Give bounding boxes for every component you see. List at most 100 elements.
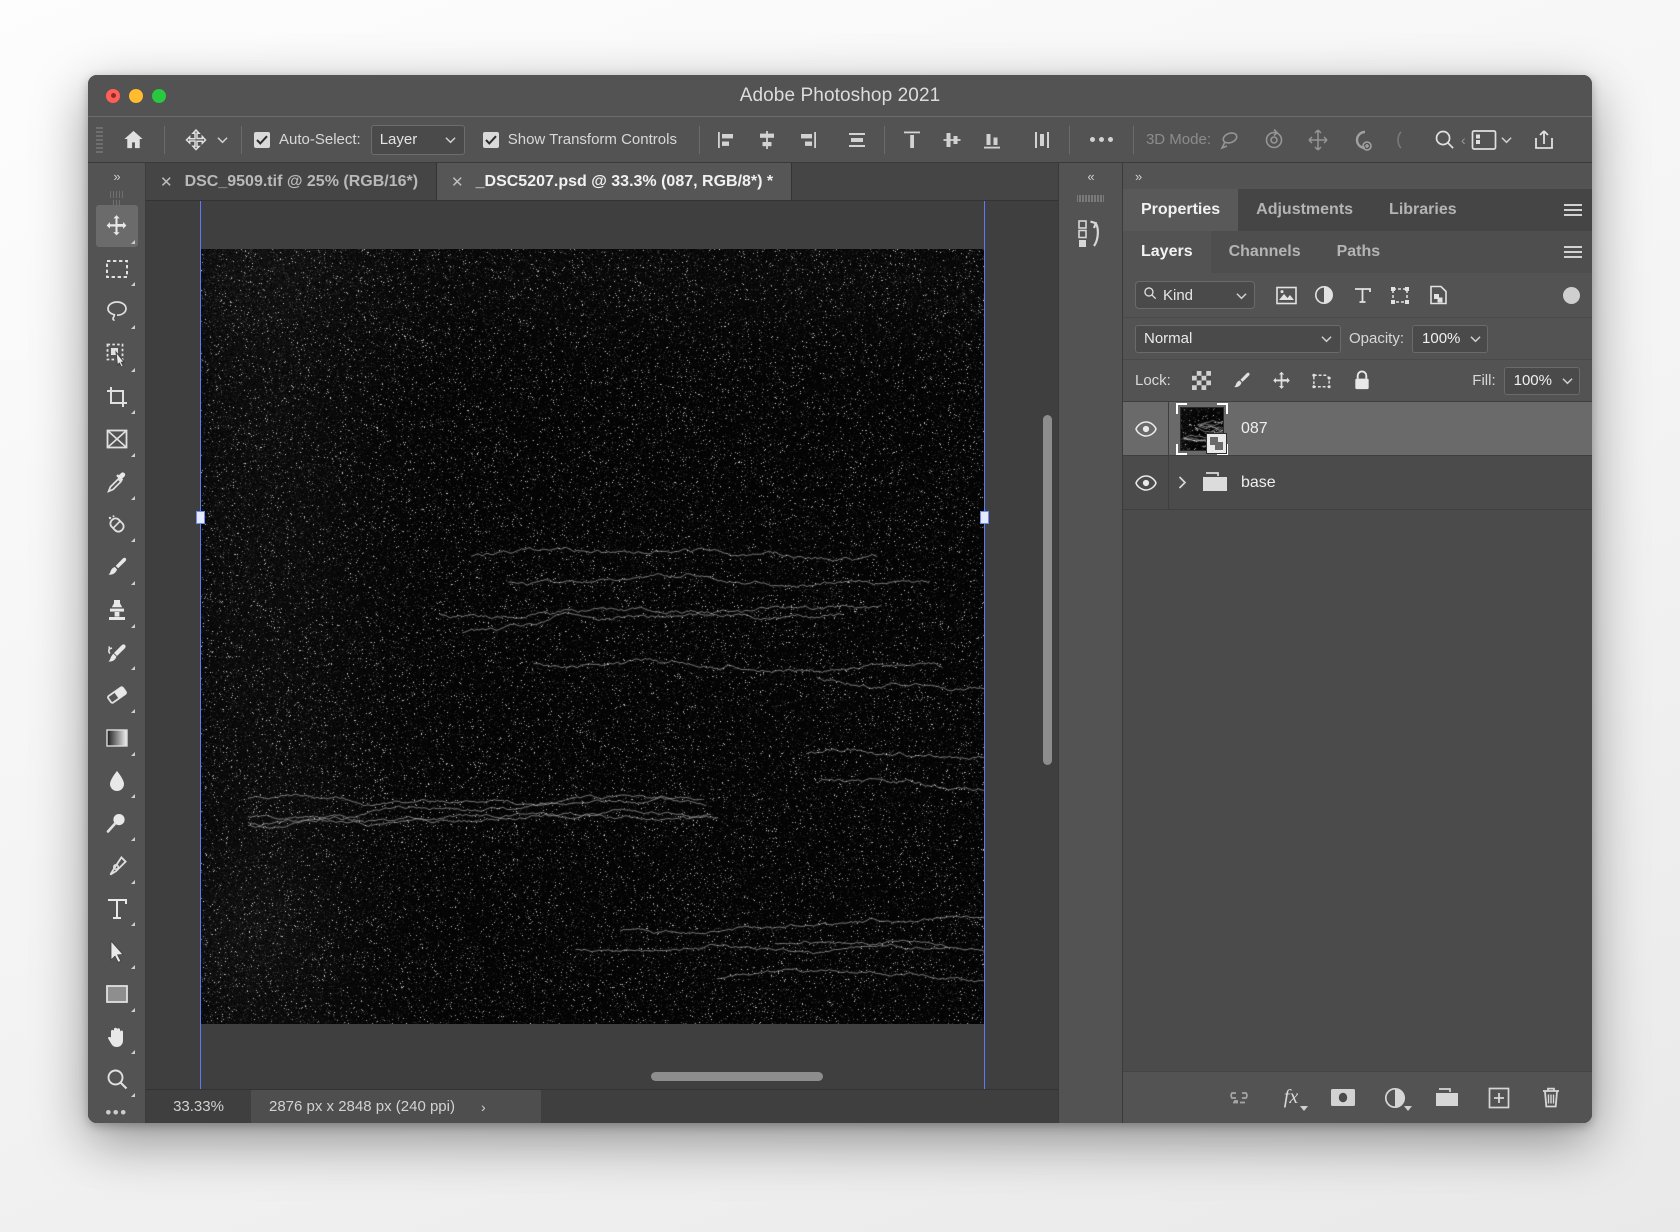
close-icon[interactable]: ✕ <box>160 173 173 191</box>
shape-layer-filter-icon[interactable] <box>1389 284 1411 306</box>
rail-collapse-button[interactable]: « <box>1059 163 1122 189</box>
guide-right-handle[interactable] <box>980 511 989 524</box>
pen-tool[interactable] <box>96 845 138 887</box>
document-tab-2[interactable]: ✕ _DSC5207.psd @ 33.3% (087, RGB/8*) * <box>437 163 793 200</box>
current-tool-button[interactable] <box>177 123 215 157</box>
guide-right[interactable] <box>980 201 989 1089</box>
fill-field[interactable]: 100% <box>1503 366 1580 395</box>
tab-libraries[interactable]: Libraries <box>1371 189 1475 231</box>
align-vertical-centers-icon[interactable] <box>937 125 967 155</box>
layer-name[interactable]: 087 <box>1235 420 1268 438</box>
tab-adjustments[interactable]: Adjustments <box>1238 189 1372 231</box>
layer-thumbnail-cell[interactable] <box>1169 402 1235 455</box>
share-upload-icon[interactable] <box>1528 125 1560 155</box>
panels-collapse-button[interactable]: » <box>1123 163 1592 189</box>
zoom-level[interactable]: 33.33% <box>146 1098 251 1115</box>
type-layer-filter-icon[interactable] <box>1351 284 1373 306</box>
zoom-button[interactable] <box>152 88 166 103</box>
layer-name[interactable]: base <box>1235 474 1276 492</box>
show-transform-controls-checkbox[interactable] <box>482 131 499 148</box>
artboard-image[interactable] <box>201 249 984 1024</box>
vertical-scrollbar[interactable] <box>1043 415 1052 765</box>
guide-left-handle[interactable] <box>196 511 205 524</box>
history-brush-tool[interactable] <box>96 632 138 674</box>
crop-tool[interactable] <box>96 376 138 418</box>
move-tool[interactable] <box>95 205 138 247</box>
roll-3d-icon[interactable] <box>1259 125 1289 155</box>
ellipsis-icon[interactable] <box>1082 137 1121 142</box>
lock-artboard-nesting-icon[interactable] <box>1311 370 1333 392</box>
lasso-tool[interactable] <box>96 290 138 332</box>
type-tool[interactable] <box>96 888 138 930</box>
tab-paths[interactable]: Paths <box>1318 231 1399 273</box>
tool-chevron-down-icon[interactable] <box>215 136 229 144</box>
new-group-icon[interactable] <box>1434 1085 1460 1111</box>
toolbar-grip[interactable] <box>109 191 125 207</box>
table-row[interactable]: 087 <box>1123 402 1592 456</box>
orbit-3d-icon[interactable] <box>1215 125 1245 155</box>
properties-panel-menu-icon[interactable] <box>1554 189 1592 231</box>
align-bottom-edges-icon[interactable] <box>977 125 1007 155</box>
new-adjustment-layer-icon[interactable] <box>1382 1085 1412 1111</box>
pixel-layer-filter-icon[interactable] <box>1275 284 1297 306</box>
tab-channels[interactable]: Channels <box>1210 231 1319 273</box>
path-selection-tool[interactable] <box>96 930 138 972</box>
dodge-tool[interactable] <box>96 802 138 844</box>
rectangle-tool[interactable] <box>96 973 138 1015</box>
blend-mode-dropdown[interactable]: Normal <box>1135 324 1341 353</box>
chevron-down-icon[interactable] <box>1470 330 1482 347</box>
rail-grip[interactable] <box>1076 195 1105 203</box>
zoom-tool[interactable] <box>96 1058 138 1100</box>
table-row[interactable]: base <box>1123 456 1592 510</box>
hand-tool[interactable] <box>96 1016 138 1058</box>
close-icon[interactable]: ✕ <box>451 173 464 191</box>
distribute-vertical-icon[interactable] <box>1027 125 1057 155</box>
opacity-field[interactable]: 100% <box>1412 324 1489 353</box>
document-tab-1[interactable]: ✕ DSC_9509.tif @ 25% (RGB/16*) <box>146 163 438 200</box>
home-button[interactable] <box>114 123 152 157</box>
document-dimensions-cell[interactable]: 2876 px x 2848 px (240 ppi) › <box>251 1090 541 1123</box>
chevron-right-icon[interactable] <box>1169 476 1195 489</box>
spot-healing-brush-tool[interactable] <box>96 504 138 546</box>
edit-toolbar-button[interactable]: ••• <box>105 1103 127 1123</box>
options-bar-grip[interactable] <box>96 126 108 154</box>
minimize-button[interactable] <box>129 88 143 103</box>
add-layer-style-icon[interactable]: fx <box>1278 1085 1308 1111</box>
gradient-tool[interactable] <box>96 717 138 759</box>
align-top-edges-icon[interactable] <box>897 125 927 155</box>
align-horizontal-centers-icon[interactable] <box>752 125 782 155</box>
rectangular-marquee-tool[interactable] <box>96 248 138 290</box>
link-layers-icon[interactable] <box>1226 1085 1252 1111</box>
layer-thumbnail[interactable] <box>1176 402 1228 455</box>
clone-stamp-tool[interactable] <box>96 589 138 631</box>
lock-image-pixels-icon[interactable] <box>1231 370 1253 392</box>
align-right-edges-icon[interactable] <box>792 125 822 155</box>
history-panel-icon[interactable] <box>1067 207 1114 261</box>
auto-select-scope-dropdown[interactable]: Layer <box>370 124 465 155</box>
eraser-tool[interactable] <box>96 674 138 716</box>
distribute-horizontal-icon[interactable] <box>842 125 872 155</box>
workspace-icon[interactable] <box>1468 125 1500 155</box>
layers-panel-menu-icon[interactable] <box>1554 231 1592 273</box>
lock-position-icon[interactable] <box>1271 370 1293 392</box>
layer-list[interactable]: 087 base <box>1123 401 1592 1071</box>
delete-layer-icon[interactable] <box>1538 1085 1564 1111</box>
tab-properties[interactable]: Properties <box>1123 189 1239 231</box>
frame-tool[interactable] <box>96 418 138 460</box>
slide-3d-icon[interactable] <box>1347 125 1377 155</box>
blur-tool[interactable] <box>96 760 138 802</box>
brush-tool[interactable] <box>96 546 138 588</box>
chevron-down-icon[interactable] <box>1562 372 1573 389</box>
canvas-viewport[interactable] <box>146 201 1058 1089</box>
new-layer-icon[interactable] <box>1486 1085 1512 1111</box>
scale-3d-icon[interactable] <box>1391 125 1421 155</box>
layer-filter-kind-dropdown[interactable]: Kind <box>1135 281 1255 309</box>
lock-transparent-pixels-icon[interactable] <box>1191 370 1213 392</box>
workspace-chevron-down-icon[interactable] <box>1500 136 1514 144</box>
filter-toggle-icon[interactable] <box>1563 286 1580 304</box>
toolbar-collapse-button[interactable]: » <box>88 163 145 189</box>
guide-left[interactable] <box>196 201 205 1089</box>
search-icon[interactable] <box>1429 125 1459 155</box>
horizontal-scrollbar[interactable] <box>651 1072 823 1081</box>
align-left-edges-icon[interactable] <box>712 125 742 155</box>
